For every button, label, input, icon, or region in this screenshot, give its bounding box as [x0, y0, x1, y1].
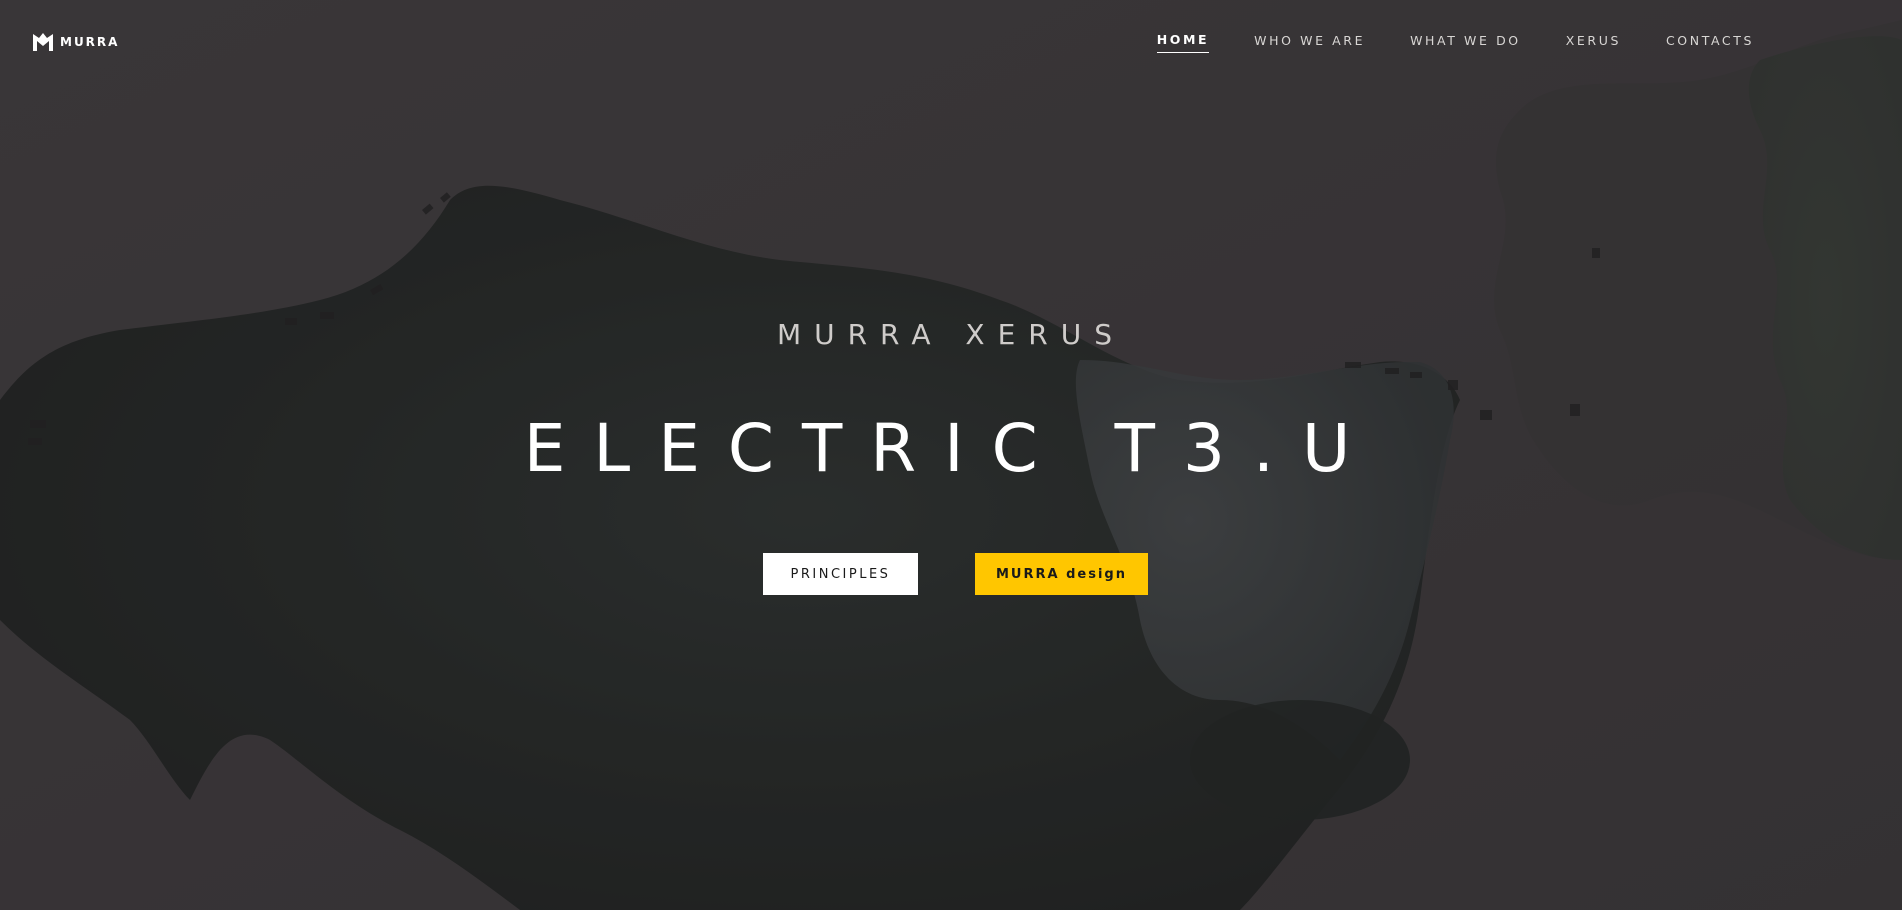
hero-title: ELECTRIC T3.U — [523, 410, 1379, 487]
principles-button[interactable]: PRINCIPLES — [763, 553, 918, 595]
hero-subtitle: MURRA XERUS — [776, 318, 1126, 351]
hero-section: MURRA HOME WHO WE ARE WHAT WE DO XERUS C… — [0, 0, 1902, 910]
hero-content: MURRA XERUS ELECTRIC T3.U PRINCIPLES MUR… — [0, 0, 1902, 910]
murra-design-button[interactable]: MURRA design — [975, 553, 1148, 595]
